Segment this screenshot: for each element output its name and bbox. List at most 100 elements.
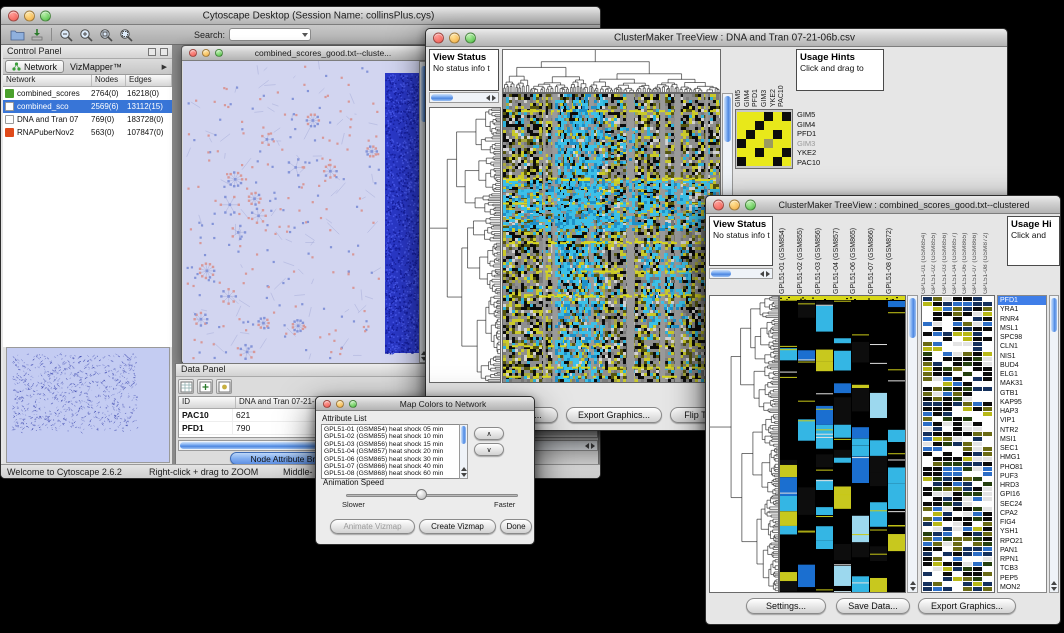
zoom-button[interactable] [465, 32, 476, 43]
close-button[interactable] [323, 400, 331, 408]
tab-vizmapper[interactable]: VizMapper™ [64, 61, 128, 73]
scrollbar-arrows[interactable] [1050, 581, 1058, 591]
similarity-matrix-canvas[interactable] [736, 110, 792, 168]
search-input[interactable] [230, 34, 296, 45]
export-graphics-button[interactable]: Export Graphics... [566, 407, 662, 423]
gene-label[interactable]: CPA2 [998, 509, 1046, 518]
close-button[interactable] [713, 199, 724, 210]
zoom-button[interactable] [215, 49, 223, 57]
scrollbar-arrows[interactable] [908, 581, 917, 591]
zoom-button[interactable] [349, 400, 357, 408]
scrollbar-arrows[interactable] [486, 93, 497, 102]
col-network[interactable]: Network [3, 75, 92, 86]
attribute-item[interactable]: GPL51-02 (GSM855) heat shock 10 min [324, 433, 467, 440]
gene-label[interactable]: BUD4 [998, 361, 1046, 370]
tv1-hscrollbar[interactable] [429, 92, 499, 103]
gene-label[interactable]: VIP1 [998, 416, 1046, 425]
combo-arrow-icon[interactable] [302, 33, 308, 37]
animate-vizmap-button[interactable]: Animate Vizmap [330, 519, 415, 534]
open-session-icon[interactable] [7, 26, 27, 43]
save-data-button[interactable]: Save Data... [836, 598, 910, 614]
attribute-item[interactable]: GPL51-06 (GSM865) heat shock 30 min [324, 456, 467, 463]
close-button[interactable] [189, 49, 197, 57]
gene-label[interactable]: NIS1 [998, 352, 1046, 361]
summary-heatmap-canvas[interactable] [922, 296, 994, 592]
gene-label[interactable]: RPN1 [998, 555, 1046, 564]
scrollbar-thumb[interactable] [461, 426, 466, 444]
attribute-item[interactable]: GPL51-01 (GSM854) heat shock 05 min [324, 426, 467, 433]
minimize-button[interactable] [449, 32, 460, 43]
close-button[interactable] [433, 32, 444, 43]
minimize-button[interactable] [729, 199, 740, 210]
minimize-button[interactable] [24, 10, 35, 21]
slider-thumb[interactable] [416, 489, 427, 500]
gene-label[interactable]: PUF3 [998, 472, 1046, 481]
gene-label[interactable]: YSH1 [998, 527, 1046, 536]
heatmap-canvas[interactable] [780, 296, 905, 592]
gene-label[interactable]: PHO81 [998, 463, 1046, 472]
gene-label[interactable]: SEC1 [998, 444, 1046, 453]
gene-label[interactable]: HRD3 [998, 481, 1046, 490]
gene-label[interactable]: RPO21 [998, 537, 1046, 546]
gene-label[interactable]: PEP5 [998, 574, 1046, 583]
gene-label[interactable]: PFD1 [998, 296, 1046, 305]
zoom-selected-icon[interactable] [96, 26, 116, 43]
scrollbar-arrows[interactable] [585, 441, 596, 450]
attribute-item[interactable]: GPL51-04 (GSM857) heat shock 20 min [324, 448, 467, 455]
dialog-titlebar[interactable]: Map Colors to Network [316, 397, 534, 411]
heatmap-canvas[interactable] [503, 94, 720, 382]
gene-label[interactable]: HMG1 [998, 453, 1046, 462]
scrollbar-thumb[interactable] [909, 298, 916, 338]
minimize-button[interactable] [202, 49, 210, 57]
network-graph-canvas[interactable] [183, 61, 419, 363]
attribute-item[interactable]: GPL51-03 (GSM856) heat shock 15 min [324, 441, 467, 448]
search-combo[interactable] [229, 28, 311, 41]
treeview2-titlebar[interactable]: ClusterMaker TreeView : combined_scores_… [706, 196, 1060, 214]
move-down-button[interactable]: ∨ [474, 443, 504, 456]
settings-button[interactable]: Settings... [746, 598, 826, 614]
select-attributes-icon[interactable] [178, 379, 194, 394]
network-list-row[interactable]: combined_scores 2764(0) 16218(0) [3, 87, 172, 100]
gene-label[interactable]: SPC98 [998, 333, 1046, 342]
scrollbar-arrows[interactable] [760, 269, 771, 278]
move-up-button[interactable]: ∧ [474, 427, 504, 440]
gene-label[interactable]: KAP95 [998, 398, 1046, 407]
tab-network[interactable]: Network [5, 60, 64, 73]
scrollbar-thumb[interactable] [431, 94, 453, 101]
gene-label[interactable]: ELG1 [998, 370, 1046, 379]
scrollbar-arrows[interactable] [460, 467, 467, 477]
gene-label[interactable]: SEC24 [998, 500, 1046, 509]
gene-label[interactable]: MSI1 [998, 435, 1046, 444]
network-list-row[interactable]: RNAPuberNov2 563(0) 107847(0) [3, 126, 172, 139]
gene-label[interactable]: GPI16 [998, 490, 1046, 499]
network-overview-panel[interactable] [6, 347, 170, 463]
zoom-fit-icon[interactable] [116, 26, 136, 43]
gene-label[interactable]: GTB1 [998, 389, 1046, 398]
attribute-list-scrollbar[interactable] [459, 424, 468, 479]
attribute-batch-icon[interactable] [216, 379, 232, 394]
create-attribute-icon[interactable] [197, 379, 213, 394]
gene-label[interactable]: MAK31 [998, 379, 1046, 388]
scrollbar-thumb[interactable] [724, 96, 731, 142]
gene-label[interactable]: MSL1 [998, 324, 1046, 333]
gene-label[interactable]: RNR4 [998, 315, 1046, 324]
treeview1-titlebar[interactable]: ClusterMaker TreeView : DNA and Tran 07-… [426, 29, 1007, 47]
gene-label[interactable]: TCB3 [998, 564, 1046, 573]
scrollbar-thumb[interactable] [711, 270, 731, 277]
gene-label[interactable]: HAP3 [998, 407, 1046, 416]
tab-overflow-button[interactable]: ▶ [159, 63, 170, 71]
network-list-row[interactable]: combined_sco 2569(6) 13112(15) [3, 100, 172, 113]
done-button[interactable]: Done [500, 519, 532, 534]
zoom-button[interactable] [40, 10, 51, 21]
import-network-icon[interactable] [27, 26, 47, 43]
gene-label[interactable]: PAN1 [998, 546, 1046, 555]
export-graphics-button[interactable]: Export Graphics... [918, 598, 1016, 614]
gene-label[interactable]: CLN1 [998, 342, 1046, 351]
col-id[interactable]: ID [179, 397, 236, 408]
network-view-titlebar[interactable]: combined_scores_good.txt--cluste... [182, 46, 428, 61]
col-nodes[interactable]: Nodes [92, 75, 126, 86]
minimize-button[interactable] [336, 400, 344, 408]
float-panel-icon[interactable] [148, 48, 156, 56]
zoom-in-icon[interactable] [76, 26, 96, 43]
row-dendrogram-canvas[interactable] [430, 108, 500, 382]
